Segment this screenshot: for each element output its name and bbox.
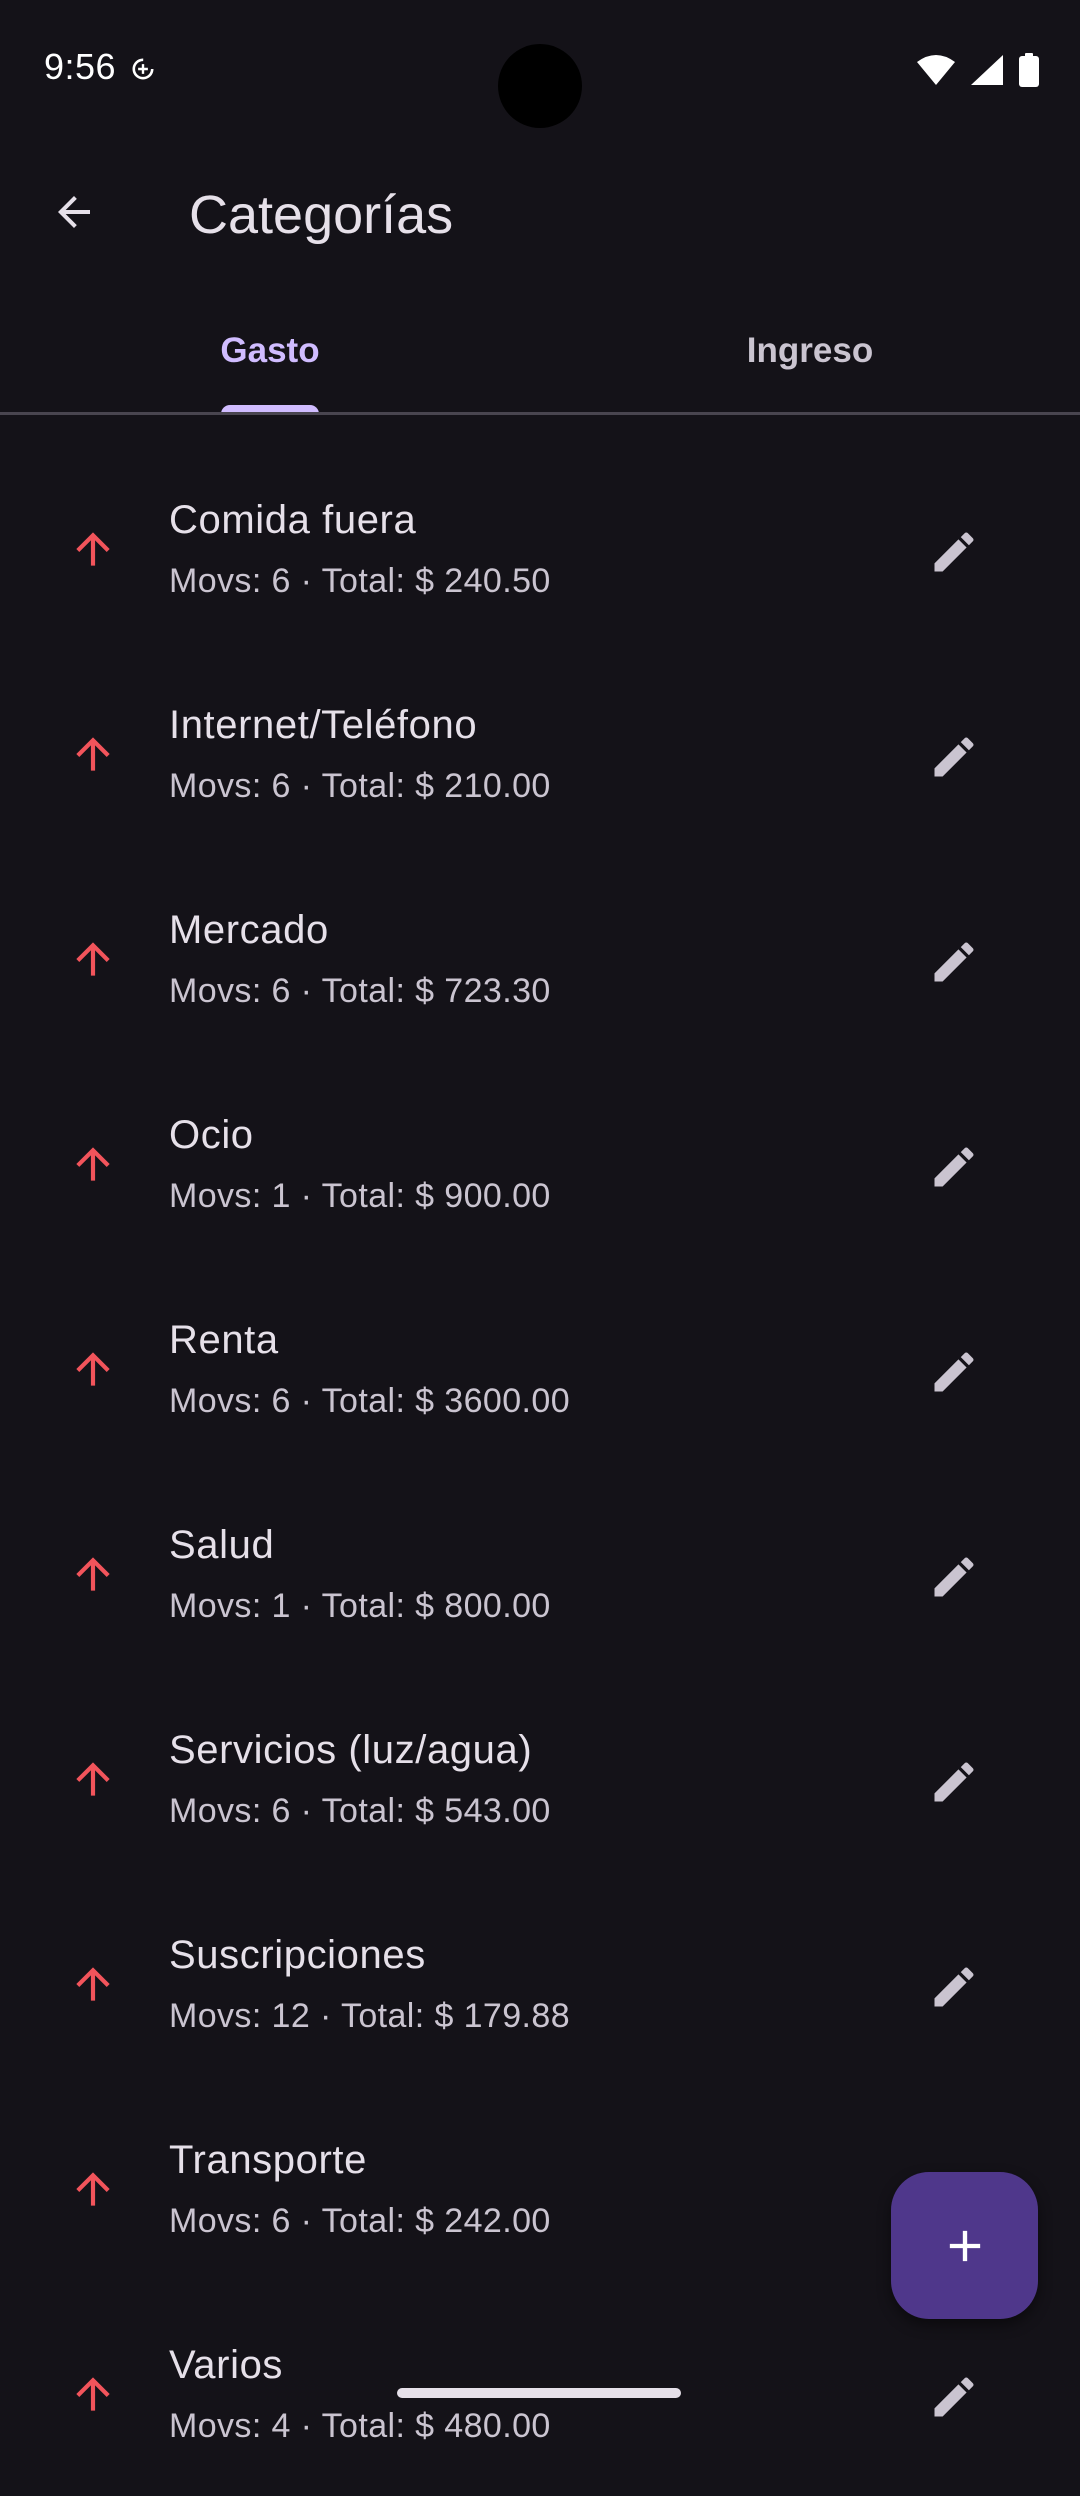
category-summary: Movs: 6 · Total: $ 210.00: [169, 767, 551, 805]
arrow-upward-icon: [76, 1762, 110, 1796]
battery-icon: [1019, 53, 1039, 87]
category-name: Salud: [169, 1523, 275, 1567]
arrow-back-icon: [58, 196, 90, 228]
divider: [0, 412, 1080, 415]
category-name: Ocio: [169, 1113, 254, 1157]
edit-icon: [934, 1557, 974, 1597]
arrow-upward-icon: [76, 1967, 110, 2001]
add-category-fab[interactable]: [891, 2172, 1038, 2319]
camera-cutout: [498, 44, 582, 128]
tab-gasto[interactable]: Gasto: [0, 288, 540, 414]
arrow-upward-icon: [76, 2377, 110, 2411]
back-button[interactable]: [32, 170, 116, 254]
list-item[interactable]: Servicios (luz/agua) Movs: 6 · Total: $ …: [0, 1676, 1080, 1881]
tab-bar: Gasto Ingreso: [0, 288, 1080, 414]
edit-button[interactable]: [912, 2355, 996, 2439]
category-name: Internet/Teléfono: [169, 703, 478, 747]
category-summary: Movs: 6 · Total: $ 543.00: [169, 1792, 551, 1830]
arrow-upward-icon: [76, 1352, 110, 1386]
edit-icon: [934, 1967, 974, 2007]
add-icon: [949, 2230, 980, 2261]
edit-icon: [934, 1762, 974, 1802]
category-name: Transporte: [169, 2138, 367, 2182]
list-item[interactable]: Suscripciones Movs: 12 · Total: $ 179.88: [0, 1881, 1080, 2086]
arrow-upward-icon: [76, 1557, 110, 1591]
category-summary: Movs: 4 · Total: $ 480.00: [169, 2407, 551, 2445]
edit-icon: [934, 737, 974, 777]
category-name: Mercado: [169, 908, 329, 952]
category-name: Servicios (luz/agua): [169, 1728, 533, 1772]
category-summary: Movs: 1 · Total: $ 800.00: [169, 1587, 551, 1625]
arrow-upward-icon: [76, 942, 110, 976]
page-title: Categorías: [189, 185, 454, 245]
list-item[interactable]: Internet/Teléfono Movs: 6 · Total: $ 210…: [0, 651, 1080, 856]
arrow-upward-icon: [76, 2172, 110, 2206]
edit-button[interactable]: [912, 1330, 996, 1414]
edit-icon: [934, 1147, 974, 1187]
signal-icon: [971, 55, 1003, 85]
category-summary: Movs: 12 · Total: $ 179.88: [169, 1997, 571, 2035]
data-saver-icon: [132, 58, 154, 80]
category-summary: Movs: 6 · Total: $ 723.30: [169, 972, 551, 1010]
arrow-upward-icon: [76, 532, 110, 566]
edit-icon: [934, 2377, 974, 2417]
arrow-upward-icon: [76, 737, 110, 771]
tab-label: Gasto: [220, 331, 320, 370]
top-app-bar: Categorías: [0, 140, 1080, 288]
arrow-upward-icon: [76, 1147, 110, 1181]
category-summary: Movs: 6 · Total: $ 240.50: [169, 562, 551, 600]
home-indicator[interactable]: [397, 2388, 681, 2398]
status-time: 9:56: [44, 46, 117, 87]
category-summary: Movs: 6 · Total: $ 3600.00: [169, 1382, 571, 1420]
category-summary: Movs: 1 · Total: $ 900.00: [169, 1177, 551, 1215]
edit-button[interactable]: [912, 510, 996, 594]
category-name: Comida fuera: [169, 498, 417, 542]
edit-button[interactable]: [912, 1535, 996, 1619]
category-summary: Movs: 6 · Total: $ 242.00: [169, 2202, 551, 2240]
list-item[interactable]: Mercado Movs: 6 · Total: $ 723.30: [0, 856, 1080, 1061]
edit-button[interactable]: [912, 715, 996, 799]
list-item[interactable]: Renta Movs: 6 · Total: $ 3600.00: [0, 1266, 1080, 1471]
category-name: Renta: [169, 1318, 279, 1362]
list-item[interactable]: Ocio Movs: 1 · Total: $ 900.00: [0, 1061, 1080, 1266]
list-item[interactable]: Comida fuera Movs: 6 · Total: $ 240.50: [0, 446, 1080, 651]
status-bar: 9:56: [0, 0, 1080, 140]
wifi-icon: [917, 55, 955, 85]
list-item[interactable]: Salud Movs: 1 · Total: $ 800.00: [0, 1471, 1080, 1676]
edit-button[interactable]: [912, 1125, 996, 1209]
tab-label: Ingreso: [746, 331, 874, 370]
category-name: Varios: [169, 2343, 284, 2387]
edit-icon: [934, 1352, 974, 1392]
edit-icon: [934, 942, 974, 982]
edit-button[interactable]: [912, 1945, 996, 2029]
category-name: Suscripciones: [169, 1933, 426, 1977]
edit-icon: [934, 532, 974, 572]
edit-button[interactable]: [912, 1740, 996, 1824]
edit-button[interactable]: [912, 920, 996, 1004]
status-icons: [916, 52, 1040, 88]
tab-ingreso[interactable]: Ingreso: [540, 288, 1080, 414]
